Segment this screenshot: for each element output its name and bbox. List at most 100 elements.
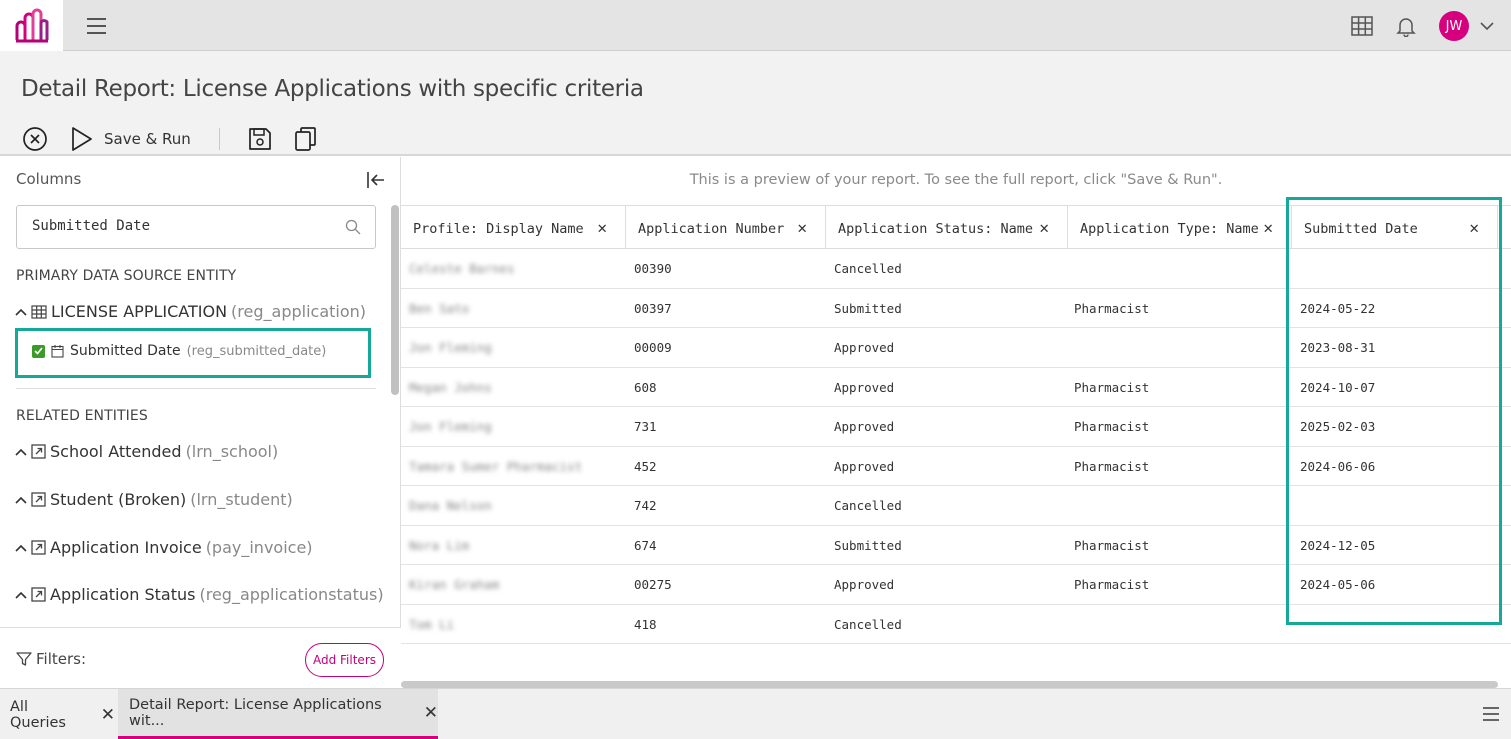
main-menu-button[interactable] [84,13,110,39]
table-cell-type: Pharmacist [1074,537,1150,553]
table-cell-date: 2025-02-03 [1300,419,1376,434]
column-header-label: Application Status: Name [838,221,1034,237]
table-cell-type: Pharmacist [1074,379,1150,395]
preview-note: This is a preview of your report. To see… [689,172,1223,188]
table-row: Megan Johns 608 Approved Pharmacist 2024-10-… [401,368,1511,407]
column-header[interactable]: Submitted Date ✕ [1292,206,1498,249]
column-search [16,205,376,249]
report-header: Detail Report: License Applications with… [0,51,1511,156]
search-icon [345,219,361,235]
column-header[interactable]: Application Status: Name ✕ [826,206,1068,249]
table-cell-status: Approved [834,340,895,355]
check-icon [34,347,43,355]
close-tab-icon[interactable]: ✕ [424,703,438,723]
table-cell-number: 608 [634,379,657,395]
remove-column-icon[interactable]: ✕ [1469,218,1479,237]
panel-scrollbar[interactable] [391,205,399,395]
calendar-icon [51,345,64,358]
table-header: Profile: Display Name ✕ Application Numb… [401,205,1511,249]
related-entity-code: (lrn_student) [190,490,293,509]
chevron-up-icon [15,591,27,599]
save-run-label: Save & Run [104,130,191,148]
toolbar-divider [218,128,220,150]
table-cell-type: Pharmacist [1074,419,1150,434]
column-header[interactable]: Application Type: Name ✕ [1068,206,1292,249]
table-cell-name: Celeste Barnes [409,261,515,276]
related-entity-row[interactable]: Application Invoice (pay_invoice) [15,538,313,557]
add-filters-button[interactable]: Add Filters [305,643,384,677]
column-header-label: Application Type: Name [1080,221,1259,237]
horizontal-scrollbar[interactable] [401,681,1498,688]
save-button[interactable] [248,127,272,151]
table-cell-number: 674 [634,537,657,553]
table-row: Jon Fleming 00009 Approved 2023-08-31 [401,328,1511,368]
table-cell-date: 2024-06-06 [1300,458,1376,474]
remove-column-icon[interactable]: ✕ [1039,218,1049,237]
cancel-button[interactable] [22,126,48,152]
primary-entity-row[interactable]: LICENSE APPLICATION (reg_application) [15,302,366,321]
table-cell-name: Kiran Graham [409,577,500,592]
table-cell-name: Megan Johns [409,379,492,395]
table-cell-date: 2024-10-07 [1300,379,1376,395]
table-row: Tamara Sumer Pharmacist 452 Approved Pharma… [401,447,1511,486]
grid-apps-icon[interactable] [1351,16,1373,36]
table-cell-status: Submitted [834,300,902,316]
notification-bell-icon[interactable] [1395,15,1417,37]
table-cell-type: Pharmacist [1074,300,1150,316]
close-tab-icon[interactable]: ✕ [101,705,115,725]
copy-button[interactable] [294,126,318,152]
related-entity-name: Student (Broken) [50,490,187,509]
remove-column-icon[interactable]: ✕ [797,218,807,237]
table-cell-type: Pharmacist [1074,458,1150,474]
table-cell-status: Submitted [834,537,902,553]
close-circle-icon [23,127,47,151]
table-cell-status: Approved [834,458,895,474]
table-cell-status: Approved [834,419,895,434]
primary-section-label: PRIMARY DATA SOURCE ENTITY [16,268,237,284]
selected-field-name: Submitted Date [70,343,181,359]
table-row: Kiran Graham 00275 Approved Pharmacist 2024-… [401,565,1511,605]
save-run-button[interactable]: Save & Run [70,126,191,152]
selected-field-code: (reg_submitted_date) [186,343,327,359]
table-cell-name: Tamara Sumer Pharmacist [409,458,583,474]
table-cell-name: Dana Nelson [409,498,492,513]
table-cell-number: 452 [634,458,657,474]
table-cell-number: 00009 [634,340,672,355]
chevron-up-icon [15,448,27,456]
related-entity-name: Application Invoice [50,538,202,557]
copy-icon [294,127,316,151]
remove-column-icon[interactable]: ✕ [1263,218,1273,237]
menu-icon-bar [87,32,106,34]
table-cell-number: 00275 [634,577,672,592]
related-entity-name: Application Status [50,585,196,604]
section-divider [16,388,376,389]
related-entity-row[interactable]: Application Status (reg_applicationstatu… [15,585,384,604]
app-logo[interactable] [0,0,63,51]
tab-all-queries[interactable]: All Queries ✕ [10,689,115,739]
user-menu[interactable]: JW [1439,11,1495,41]
tab-detail-report[interactable]: Detail Report: License Applications wit.… [118,689,438,739]
report-toolbar: Save & Run [22,124,318,154]
table-cell-name: Jon Fleming [409,340,492,355]
table-cell-name: Ben Sato [409,300,470,316]
table-cell-date: 2024-12-05 [1300,537,1376,553]
table-icon [31,304,47,319]
link-entity-icon [31,492,46,507]
selected-field-item[interactable]: Submitted Date (reg_submitted_date) [15,328,371,378]
related-entity-row[interactable]: Student (Broken) (lrn_student) [15,490,293,509]
table-cell-number: 00390 [634,261,672,276]
table-row: Celeste Barnes 00390 Cancelled [401,249,1511,289]
tab-menu-icon[interactable] [1483,707,1499,721]
column-header[interactable]: Profile: Display Name ✕ [401,206,626,249]
menu-icon-bar [87,25,106,27]
field-checkbox[interactable] [32,344,45,358]
top-bar: JW [0,0,1511,51]
related-entity-code: (pay_invoice) [205,538,313,557]
table-cell-status: Cancelled [834,261,902,276]
remove-column-icon[interactable]: ✕ [597,218,607,237]
column-search-input[interactable] [32,218,332,234]
save-disk-icon [248,128,271,150]
collapse-panel-icon[interactable] [366,171,386,189]
column-header[interactable]: Application Number ✕ [626,206,826,249]
related-entity-row[interactable]: School Attended (lrn_school) [15,442,278,461]
